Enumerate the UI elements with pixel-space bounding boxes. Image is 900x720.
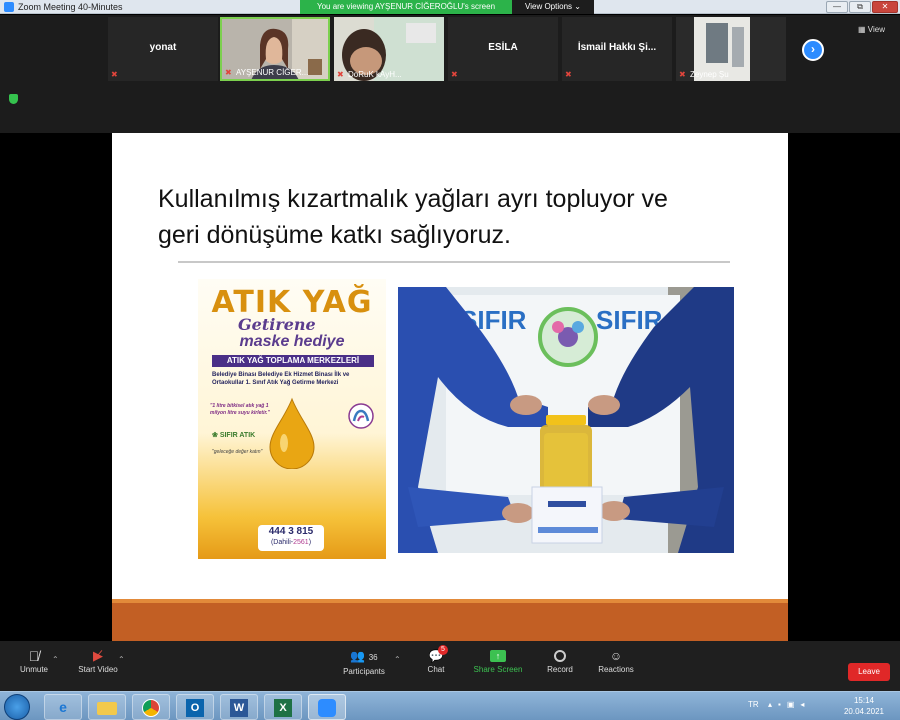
poster-band: ATIK YAĞ TOPLAMA MERKEZLERİ	[212, 355, 374, 367]
muted-mic-icon: ✖	[451, 70, 458, 79]
poster-phone-number: 444 3 815	[268, 526, 314, 537]
minimize-button[interactable]: —	[826, 1, 848, 13]
chevron-right-icon[interactable]: ›	[802, 39, 824, 61]
clock-time: 15:14	[853, 696, 875, 705]
participants-button[interactable]: 👥 36 Participants	[336, 647, 392, 676]
photo-scene: SIFIR SIFIR	[398, 287, 734, 553]
poster-getirene: Getirene	[238, 315, 316, 334]
zoom-window: Zoom Meeting 40-Minutes You are viewing …	[0, 0, 900, 720]
mic-muted-icon: 🎙̸	[28, 648, 40, 664]
record-icon	[554, 650, 566, 662]
zoom-app-icon	[4, 2, 14, 12]
presentation-slide: Kullanılmış kızartmalık yağları ayrı top…	[112, 133, 788, 641]
municipality-logo-icon	[348, 403, 374, 429]
participant-name: İsmail Hakkı Şi...	[577, 42, 657, 53]
participants-count: 36	[368, 653, 378, 662]
participants-icon: 👥 36	[350, 649, 378, 663]
participant-gallery: yonat ✖ ✖ AYŞENUR CİĞER... ✖ DoRuK kAyH.…	[0, 15, 900, 133]
chevron-up-icon[interactable]: ⌃	[118, 655, 125, 664]
oil-collection-photo: SIFIR SIFIR	[398, 287, 734, 553]
unmute-label: Unmute	[19, 665, 48, 674]
word-icon[interactable]: W	[220, 694, 258, 720]
view-options-button[interactable]: View Options ⌄	[512, 0, 594, 14]
participant-caption: Zeynep Şu	[690, 70, 729, 79]
poster-extension: (Dahili-2561)	[258, 539, 324, 546]
system-tray-icons[interactable]: ▴▪▣◂	[768, 700, 810, 709]
slide-footer-bar	[112, 599, 788, 641]
participant-name: ESİLA	[488, 42, 518, 53]
record-button[interactable]: Record	[540, 647, 580, 674]
slide-divider	[178, 261, 730, 263]
security-shield-icon[interactable]	[9, 94, 18, 104]
poster-ext-prefix: (Dahili-	[270, 539, 294, 546]
poster-ext-number: 2561	[293, 539, 309, 546]
screen-share-banner: You are viewing AYŞENUR CİĞEROĞLU's scre…	[300, 0, 512, 14]
unmute-button[interactable]: 🎙̸ Unmute	[14, 647, 54, 674]
reactions-icon: ☺	[609, 649, 623, 663]
muted-mic-icon: ✖	[337, 70, 344, 79]
share-screen-label: Share Screen	[473, 665, 523, 674]
language-indicator[interactable]: TR	[748, 700, 759, 709]
leave-button[interactable]: Leave	[848, 663, 890, 681]
poster-phone: 444 3 815 (Dahili-2561)	[258, 525, 324, 551]
close-button[interactable]: ✕	[872, 1, 898, 13]
maximize-button[interactable]: ⧉	[849, 1, 871, 13]
start-video-button[interactable]: ▶̸ Start Video	[74, 647, 122, 674]
participant-caption: AYŞENUR CİĞER...	[236, 68, 309, 77]
participant-tile[interactable]: ✖ AYŞENUR CİĞER...	[220, 17, 330, 81]
chevron-up-icon[interactable]: ⌃	[394, 655, 401, 664]
view-toggle[interactable]: ▦ View	[858, 25, 885, 34]
participant-tile[interactable]: yonat ✖	[108, 17, 218, 81]
poster-locations: Belediye Binası Belediye Ek Hizmet Binas…	[212, 372, 350, 386]
muted-mic-icon: ✖	[225, 68, 232, 77]
muted-mic-icon: ✖	[111, 70, 118, 79]
chat-button[interactable]: 💬 5 Chat	[418, 645, 454, 674]
waste-oil-poster: ATIK YAĞ Getirene maske hediye ATIK YAĞ …	[198, 279, 386, 559]
view-label: View	[867, 25, 885, 34]
share-screen-button[interactable]: ↑ Share Screen	[470, 647, 526, 674]
excel-icon[interactable]: X	[264, 694, 302, 720]
video-off-icon: ▶̸	[93, 648, 103, 663]
muted-mic-icon: ✖	[565, 70, 572, 79]
participant-caption: DoRuK kAyH...	[348, 70, 402, 79]
clock[interactable]: 15:14 20.04.2021	[836, 695, 892, 717]
shared-screen: Kullanılmış kızartmalık yağları ayrı top…	[0, 133, 900, 641]
slide-title-line: Kullanılmış kızartmalık yağları ayrı top…	[158, 185, 668, 213]
poster-motto: "geleceğe değer katın"	[212, 449, 263, 455]
participant-name: yonat	[149, 42, 177, 53]
poster-mask-text: maske hediye	[239, 333, 345, 350]
participant-tile[interactable]: ✖ Zeynep Şu	[676, 17, 786, 81]
chat-icon: 💬 5	[418, 645, 454, 665]
window-title: Zoom Meeting 40-Minutes	[18, 2, 123, 12]
chat-label: Chat	[427, 665, 445, 674]
zoom-icon[interactable]	[308, 694, 346, 720]
start-video-label: Start Video	[78, 665, 118, 674]
internet-explorer-icon[interactable]: e	[44, 694, 82, 720]
window-controls: — ⧉ ✕	[826, 1, 898, 13]
oil-drop-icon	[269, 397, 315, 469]
record-label: Record	[547, 665, 573, 674]
slide-title: Kullanılmış kızartmalık yağları ayrı top…	[158, 181, 758, 253]
windows-taskbar: e O W X TR ▴▪▣◂ 15:14 20.04.2021	[0, 691, 900, 720]
participants-label: Participants	[343, 667, 385, 676]
reactions-button[interactable]: ☺ Reactions	[594, 647, 638, 674]
poster-sifir-atik: ❀ SIFIR ATIK	[212, 432, 256, 439]
reactions-label: Reactions	[598, 665, 634, 674]
participant-tile[interactable]: ESİLA ✖	[448, 17, 558, 81]
participant-tile[interactable]: İsmail Hakkı Şi... ✖	[562, 17, 672, 81]
chevron-up-icon[interactable]: ⌃	[52, 655, 59, 664]
meeting-toolbar: 🎙̸ Unmute ⌃ ▶̸ Start Video ⌃ 👥 36 Partic…	[0, 641, 900, 691]
participant-tile[interactable]: ✖ DoRuK kAyH...	[334, 17, 444, 81]
muted-mic-icon: ✖	[679, 70, 686, 79]
file-explorer-icon[interactable]	[88, 694, 126, 720]
outlook-icon[interactable]: O	[176, 694, 214, 720]
start-orb-icon[interactable]	[4, 694, 30, 720]
clock-date: 20.04.2021	[843, 707, 885, 716]
chrome-icon[interactable]	[132, 694, 170, 720]
slide-title-line: geri dönüşüme katkı sağlıyoruz.	[158, 221, 511, 249]
share-screen-icon: ↑	[490, 650, 506, 662]
poster-sifir-label: SIFIR ATIK	[219, 432, 256, 439]
poster-ext-suffix: )	[308, 539, 312, 546]
chat-badge: 5	[438, 645, 448, 655]
